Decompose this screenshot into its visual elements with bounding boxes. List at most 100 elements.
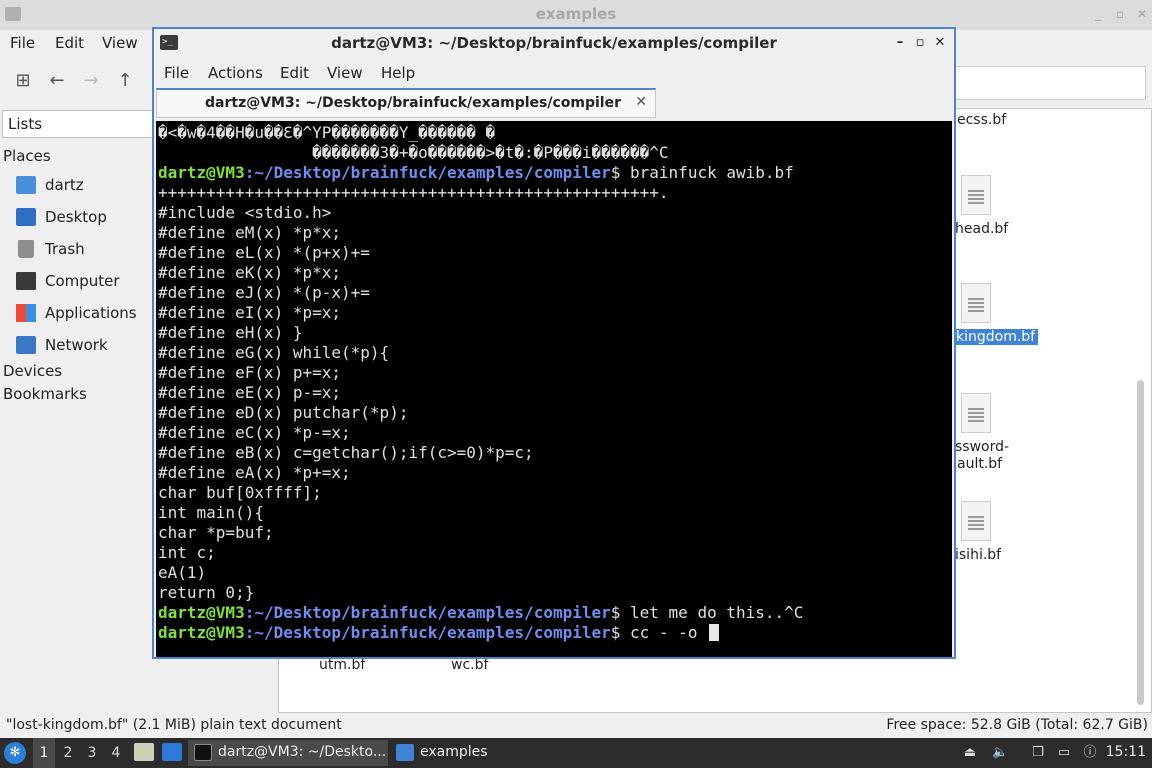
file-view-scrollbar[interactable] — [1134, 112, 1148, 710]
file-label[interactable]: ault.bf — [957, 456, 1002, 472]
show-desktop-icon[interactable] — [162, 743, 182, 761]
file-label[interactable]: wc.bf — [451, 657, 488, 673]
sidebar-item-label: dartz — [45, 176, 84, 194]
new-window-icon[interactable]: ⊞ — [12, 70, 34, 92]
network-status-icon[interactable]: ▭ — [1056, 745, 1072, 761]
sidebar-item-dartz[interactable]: dartz — [16, 172, 154, 200]
terminal-prompt-line: dartz@VM3:~/Desktop/brainfuck/examples/c… — [158, 603, 803, 623]
notification-icon[interactable]: ⓘ — [1082, 745, 1098, 761]
file-manager-title: examples — [535, 5, 617, 23]
back-arrow-icon[interactable]: ← — [46, 70, 68, 92]
terminal-window: >_ dartz@VM3: ~/Desktop/brainfuck/exampl… — [152, 27, 956, 659]
devices-heading[interactable]: Devices — [3, 362, 62, 380]
maximize-icon[interactable]: ▫ — [1112, 6, 1128, 22]
eject-icon[interactable]: ⏏ — [962, 745, 978, 761]
menu-actions[interactable]: Actions — [208, 64, 263, 82]
terminal-line: #define eM(x) *p*x; — [158, 223, 342, 242]
taskbar: ✻ 1 2 3 4 dartz@VM3: ~/Deskto... example… — [0, 738, 1152, 768]
minimize-icon[interactable]: – — [892, 34, 908, 52]
menu-view[interactable]: View — [327, 64, 363, 82]
file-label[interactable]: utm.bf — [319, 657, 365, 673]
tab-terminal[interactable]: dartz@VM3: ~/Desktop/brainfuck/examples/… — [156, 88, 656, 118]
location-bar[interactable] — [950, 66, 1146, 100]
sidebar-item-computer[interactable]: Computer — [16, 268, 154, 296]
file-manager-launcher-icon[interactable] — [134, 743, 154, 761]
command-text: $ brainfuck awib.bf — [610, 163, 794, 182]
network-icon — [16, 336, 36, 354]
places-heading[interactable]: Places — [3, 147, 51, 165]
folder-icon — [396, 744, 414, 761]
forward-arrow-icon[interactable]: → — [80, 70, 102, 92]
text-file-icon[interactable] — [961, 175, 991, 215]
task-file-manager[interactable]: examples — [390, 740, 590, 766]
terminal-line: #define eJ(x) *(p-x)+= — [158, 283, 370, 302]
menu-file[interactable]: File — [10, 34, 35, 52]
side-pane-selector[interactable]: Lists — [2, 110, 154, 138]
prompt-path: :~/Desktop/brainfuck/examples/compiler — [244, 163, 611, 182]
terminal-output[interactable]: �<�w�4��H�u��Ɛ�^YP�������Y_������ � ����… — [156, 121, 952, 657]
restore-icon[interactable]: ▫ — [912, 34, 928, 52]
workspace-1[interactable]: 1 — [33, 738, 55, 768]
menu-file[interactable]: File — [164, 64, 189, 82]
terminal-line: eA(1) — [158, 563, 207, 582]
terminal-line: ++++++++++++++++++++++++++++++++++++++++… — [158, 183, 669, 202]
terminal-line: int c; — [158, 543, 216, 562]
file-label-selected[interactable]: kingdom.bf — [953, 329, 1039, 345]
clock[interactable]: 15:11 — [1106, 744, 1146, 760]
workspace-2[interactable]: 2 — [57, 738, 79, 768]
file-manager-titlebar[interactable]: examples _ ▫ ✕ — [0, 0, 1152, 30]
volume-icon[interactable]: 🔈 — [992, 745, 1008, 761]
sidebar-item-label: Computer — [45, 272, 120, 290]
bookmarks-heading[interactable]: Bookmarks — [3, 385, 87, 403]
sidebar-item-trash[interactable]: Trash — [16, 236, 154, 264]
start-menu-icon[interactable]: ✻ — [4, 742, 26, 764]
menu-view[interactable]: View — [102, 34, 138, 52]
terminal-titlebar[interactable]: >_ dartz@VM3: ~/Desktop/brainfuck/exampl… — [154, 29, 954, 57]
free-space-status: Free space: 52.8 GiB (Total: 62.7 GiB) — [886, 717, 1148, 733]
prompt-user: dartz@VM3 — [158, 623, 245, 642]
task-label: examples — [420, 744, 488, 760]
terminal-line: �<�w�4��H�u��Ɛ�^YP�������Y_������ � — [158, 123, 496, 142]
sidebar-item-desktop[interactable]: Desktop — [16, 204, 154, 232]
text-file-icon[interactable] — [961, 501, 991, 541]
side-pane-selector-label: Lists — [8, 115, 43, 133]
prompt-user: dartz@VM3 — [158, 603, 245, 622]
prompt-path: :~/Desktop/brainfuck/examples/compiler — [244, 603, 611, 622]
workspace-3[interactable]: 3 — [81, 738, 103, 768]
terminal-line: #define eD(x) putchar(*p); — [158, 403, 409, 422]
scrollbar-thumb[interactable] — [1137, 380, 1144, 705]
command-text: $ let me do this..^C — [610, 603, 804, 622]
menu-edit[interactable]: Edit — [55, 34, 84, 52]
terminal-line: #define eI(x) *p=x; — [158, 303, 342, 322]
trash-icon — [18, 240, 34, 258]
terminal-line: #define eL(x) *(p+x)+= — [158, 243, 370, 262]
close-icon[interactable]: ✕ — [932, 34, 948, 52]
terminal-prompt-line: dartz@VM3:~/Desktop/brainfuck/examples/c… — [158, 623, 720, 643]
terminal-line: char *p=buf; — [158, 523, 274, 542]
prompt-path: :~/Desktop/brainfuck/examples/compiler — [244, 623, 611, 642]
clipboard-icon[interactable]: ❐ — [1030, 745, 1046, 761]
close-icon[interactable]: ✕ — [1134, 6, 1150, 22]
file-label[interactable]: ssword- — [955, 439, 1009, 455]
terminal-line: int main(){ — [158, 503, 264, 522]
text-file-icon[interactable] — [961, 393, 991, 433]
workspace-4[interactable]: 4 — [105, 738, 127, 768]
sidebar-item-applications[interactable]: Applications — [16, 300, 154, 328]
sidebar-item-label: Desktop — [45, 208, 107, 226]
task-terminal[interactable]: dartz@VM3: ~/Deskto... — [188, 740, 388, 766]
computer-icon — [16, 272, 36, 290]
menu-help[interactable]: Help — [381, 64, 415, 82]
terminal-title: dartz@VM3: ~/Desktop/brainfuck/examples/… — [331, 34, 777, 52]
terminal-line: #define eG(x) while(*p){ — [158, 343, 390, 362]
file-label[interactable]: ecss.bf — [957, 112, 1006, 128]
file-label[interactable]: isihi.bf — [955, 547, 1001, 563]
applications-icon — [16, 304, 36, 322]
minimize-icon[interactable]: _ — [1090, 6, 1106, 22]
file-label[interactable]: head.bf — [955, 221, 1008, 237]
text-file-icon[interactable] — [961, 283, 991, 323]
tab-close-icon[interactable]: ✕ — [635, 94, 647, 110]
up-arrow-icon[interactable]: ↑ — [114, 70, 136, 92]
menu-edit[interactable]: Edit — [280, 64, 309, 82]
sidebar-item-network[interactable]: Network — [16, 332, 154, 360]
command-input[interactable]: $ cc - -o — [611, 623, 707, 642]
